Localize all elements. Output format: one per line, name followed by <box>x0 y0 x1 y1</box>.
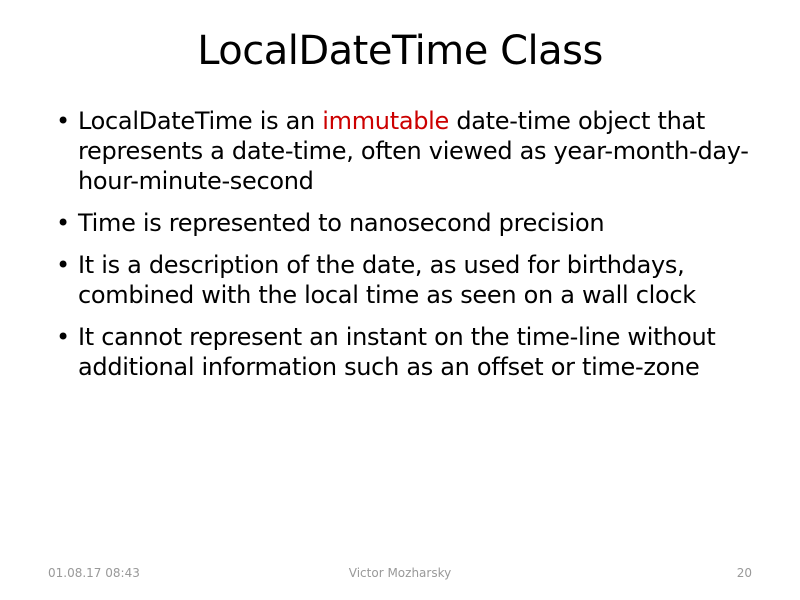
bullet-item: It cannot represent an instant on the ti… <box>48 322 752 382</box>
footer-page: 20 <box>737 566 752 580</box>
footer-author: Victor Mozharsky <box>349 566 451 580</box>
footer-date: 01.08.17 08:43 <box>48 566 140 580</box>
bullet-text: LocalDateTime is an <box>78 107 322 135</box>
slide-title: LocalDateTime Class <box>48 28 752 74</box>
bullet-item: LocalDateTime is an immutable date-time … <box>48 106 752 196</box>
bullet-item: It is a description of the date, as used… <box>48 250 752 310</box>
bullet-text: It is a description of the date, as used… <box>78 251 696 309</box>
slide-footer: 01.08.17 08:43 Victor Mozharsky 20 <box>0 566 800 580</box>
bullet-text: Time is represented to nanosecond precis… <box>78 209 604 237</box>
bullet-item: Time is represented to nanosecond precis… <box>48 208 752 238</box>
bullet-list: LocalDateTime is an immutable date-time … <box>48 106 752 382</box>
bullet-text-highlight: immutable <box>322 107 449 135</box>
slide-container: LocalDateTime Class LocalDateTime is an … <box>0 0 800 600</box>
bullet-text: It cannot represent an instant on the ti… <box>78 323 716 381</box>
